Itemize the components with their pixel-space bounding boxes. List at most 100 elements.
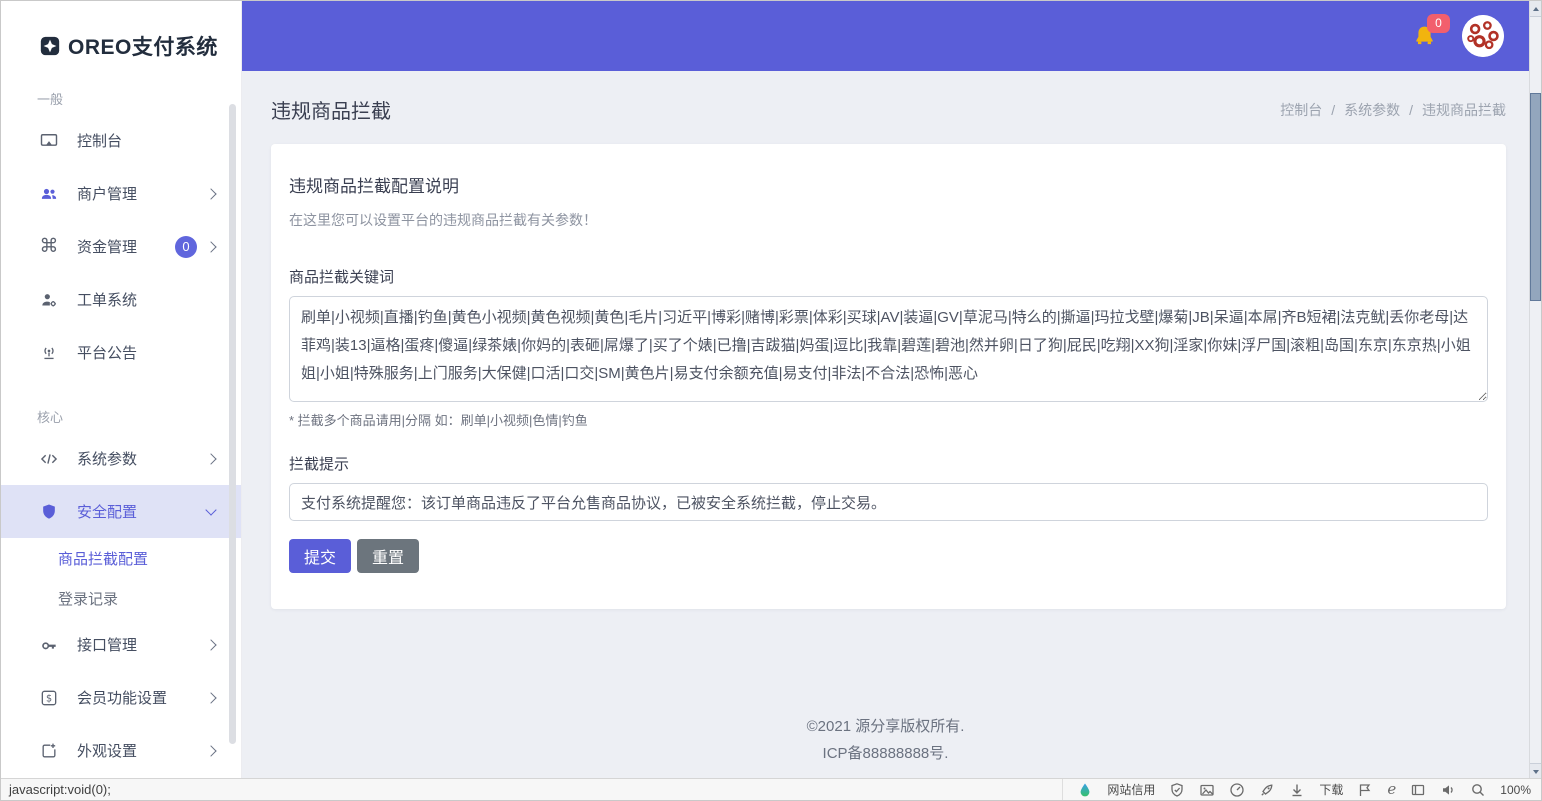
- speed-gauge-icon[interactable]: [1229, 782, 1245, 798]
- funds-badge: 0: [175, 236, 197, 258]
- logo-icon: [39, 35, 61, 57]
- sidebar-item-interface-mgmt[interactable]: 接口管理: [1, 618, 241, 671]
- chevron-right-icon: [205, 692, 216, 703]
- monitor-icon: [37, 131, 61, 151]
- sidebar-item-tickets[interactable]: 工单系统: [1, 273, 241, 326]
- tip-input[interactable]: [289, 483, 1488, 521]
- download-label[interactable]: 下载: [1319, 781, 1343, 798]
- svg-text:$: $: [46, 693, 52, 704]
- breadcrumb-separator: /: [1331, 102, 1335, 118]
- scrollbar-thumb[interactable]: [1530, 93, 1541, 301]
- copyright-text: ©2021 源分享版权所有.: [241, 713, 1530, 740]
- command-icon: ⌘: [37, 237, 61, 256]
- chevron-right-icon: [205, 745, 216, 756]
- tip-label: 拦截提示: [289, 453, 1488, 474]
- sidebar-item-label: 资金管理: [77, 236, 137, 257]
- sidebar-item-announcements[interactable]: 平台公告: [1, 326, 241, 379]
- breadcrumb-separator: /: [1409, 102, 1413, 118]
- explorer-e-icon[interactable]: e: [1387, 782, 1396, 797]
- sidebar-subitem-label: 商品拦截配置: [58, 548, 148, 569]
- sidebar-item-label: 接口管理: [77, 634, 137, 655]
- page-footer: ©2021 源分享版权所有. ICP备88888888号.: [241, 713, 1530, 779]
- key-icon: [37, 635, 61, 655]
- top-header: 0: [241, 1, 1530, 71]
- sidebar-scrollbar-thumb[interactable]: [229, 104, 236, 744]
- breadcrumb-current: 违规商品拦截: [1422, 100, 1506, 120]
- user-gear-icon: [37, 290, 61, 310]
- keywords-textarea[interactable]: 刷单|小视频|直播|钓鱼|黄色小视频|黄色视频|黄色|毛片|习近平|博彩|赌博|…: [289, 296, 1488, 402]
- shield-icon: [37, 502, 61, 522]
- sidebar: OREO支付系统 一般 控制台 商户管理 ⌘ 资金管理 0: [1, 1, 241, 779]
- browser-statusbar: javascript:void(0); 网站信用 下载: [1, 778, 1541, 800]
- download-arrow-icon[interactable]: [1289, 782, 1305, 798]
- sidebar-subitem-login-records[interactable]: 登录记录: [1, 578, 241, 618]
- sidebar-item-security-config[interactable]: 安全配置: [1, 485, 241, 538]
- chevron-right-icon: [205, 639, 216, 650]
- reset-button[interactable]: 重置: [357, 539, 419, 573]
- sidebar-item-appearance[interactable]: 外观设置: [1, 724, 241, 777]
- notification-button[interactable]: 0: [1411, 23, 1438, 50]
- chevron-right-icon: [205, 453, 216, 464]
- card-subtitle: 在这里您可以设置平台的违规商品拦截有关参数！: [289, 210, 1488, 230]
- sidebar-item-label: 控制台: [77, 130, 122, 151]
- users-icon: [37, 184, 61, 204]
- page-head: 违规商品拦截 控制台 / 系统参数 / 违规商品拦截: [241, 71, 1530, 144]
- water-drop-icon[interactable]: [1077, 782, 1093, 798]
- chevron-right-icon: [205, 188, 216, 199]
- shield-check-icon[interactable]: [1169, 782, 1185, 798]
- keywords-hint: * 拦截多个商品请用|分隔 如：刷单|小视频|色情|钓鱼: [289, 410, 1488, 429]
- icp-text: ICP备88888888号.: [241, 740, 1530, 767]
- broadcast-icon: [37, 343, 61, 363]
- rocket-icon[interactable]: [1259, 782, 1275, 798]
- sidebar-item-console[interactable]: 控制台: [1, 114, 241, 167]
- breadcrumb-console[interactable]: 控制台: [1280, 100, 1322, 120]
- sidebar-item-label: 系统参数: [77, 448, 137, 469]
- main-area: 0: [241, 1, 1530, 779]
- button-row: 提交 重置: [289, 539, 1488, 573]
- breadcrumb: 控制台 / 系统参数 / 违规商品拦截: [1280, 100, 1506, 120]
- code-icon: [37, 449, 61, 469]
- sidebar-subitem-product-interception[interactable]: 商品拦截配置: [1, 538, 241, 578]
- image-icon[interactable]: [1199, 782, 1215, 798]
- config-card: 违规商品拦截配置说明 在这里您可以设置平台的违规商品拦截有关参数！ 商品拦截关键…: [271, 144, 1506, 609]
- sidebar-item-label: 会员功能设置: [77, 687, 167, 708]
- keywords-label: 商品拦截关键词: [289, 266, 1488, 287]
- dollar-square-icon: $: [37, 688, 61, 708]
- app-frame: OREO支付系统 一般 控制台 商户管理 ⌘ 资金管理 0: [1, 1, 1530, 779]
- sidebar-item-label: 外观设置: [77, 740, 137, 761]
- statusbar-tools: 网站信用 下载 e: [1062, 779, 1541, 800]
- flag-icon[interactable]: [1357, 782, 1373, 798]
- browser-window: OREO支付系统 一般 控制台 商户管理 ⌘ 资金管理 0: [0, 0, 1542, 801]
- window-scrollbar[interactable]: [1529, 1, 1541, 779]
- page-title: 违规商品拦截: [271, 95, 391, 124]
- sidebar-section-core: 核心: [1, 379, 241, 432]
- sidebar-item-funds[interactable]: ⌘ 资金管理 0: [1, 220, 241, 273]
- chevron-right-icon: [205, 241, 216, 252]
- sidebar-item-label: 安全配置: [77, 501, 137, 522]
- sidebar-item-label: 平台公告: [77, 342, 137, 363]
- speaker-icon[interactable]: [1440, 782, 1456, 798]
- card-title: 违规商品拦截配置说明: [289, 172, 1488, 197]
- zoom-level[interactable]: 100%: [1500, 783, 1531, 797]
- sidebar-item-member-settings[interactable]: $ 会员功能设置: [1, 671, 241, 724]
- sidebar-item-label: 商户管理: [77, 183, 137, 204]
- notification-badge: 0: [1427, 14, 1450, 33]
- scroll-down-button[interactable]: [1530, 763, 1541, 779]
- scroll-up-button[interactable]: [1530, 1, 1541, 17]
- sidebar-item-system-params[interactable]: 系统参数: [1, 432, 241, 485]
- layout-icon: [37, 741, 61, 761]
- submit-button[interactable]: 提交: [289, 539, 351, 573]
- site-credit-label[interactable]: 网站信用: [1107, 781, 1155, 798]
- chevron-down-icon: [205, 504, 216, 515]
- window-panel-icon[interactable]: [1410, 782, 1426, 798]
- sidebar-item-merchants[interactable]: 商户管理: [1, 167, 241, 220]
- user-avatar[interactable]: [1462, 15, 1504, 57]
- breadcrumb-system-params[interactable]: 系统参数: [1344, 100, 1400, 120]
- sidebar-item-label: 工单系统: [77, 289, 137, 310]
- status-link-text: javascript:void(0);: [1, 782, 111, 797]
- sidebar-section-general: 一般: [1, 61, 241, 114]
- content-area: 违规商品拦截 控制台 / 系统参数 / 违规商品拦截 违规商品拦截配置说明 在这…: [241, 71, 1530, 779]
- zoom-search-icon[interactable]: [1470, 782, 1486, 798]
- logo-text: OREO支付系统: [68, 31, 218, 61]
- app-logo[interactable]: OREO支付系统: [1, 1, 241, 61]
